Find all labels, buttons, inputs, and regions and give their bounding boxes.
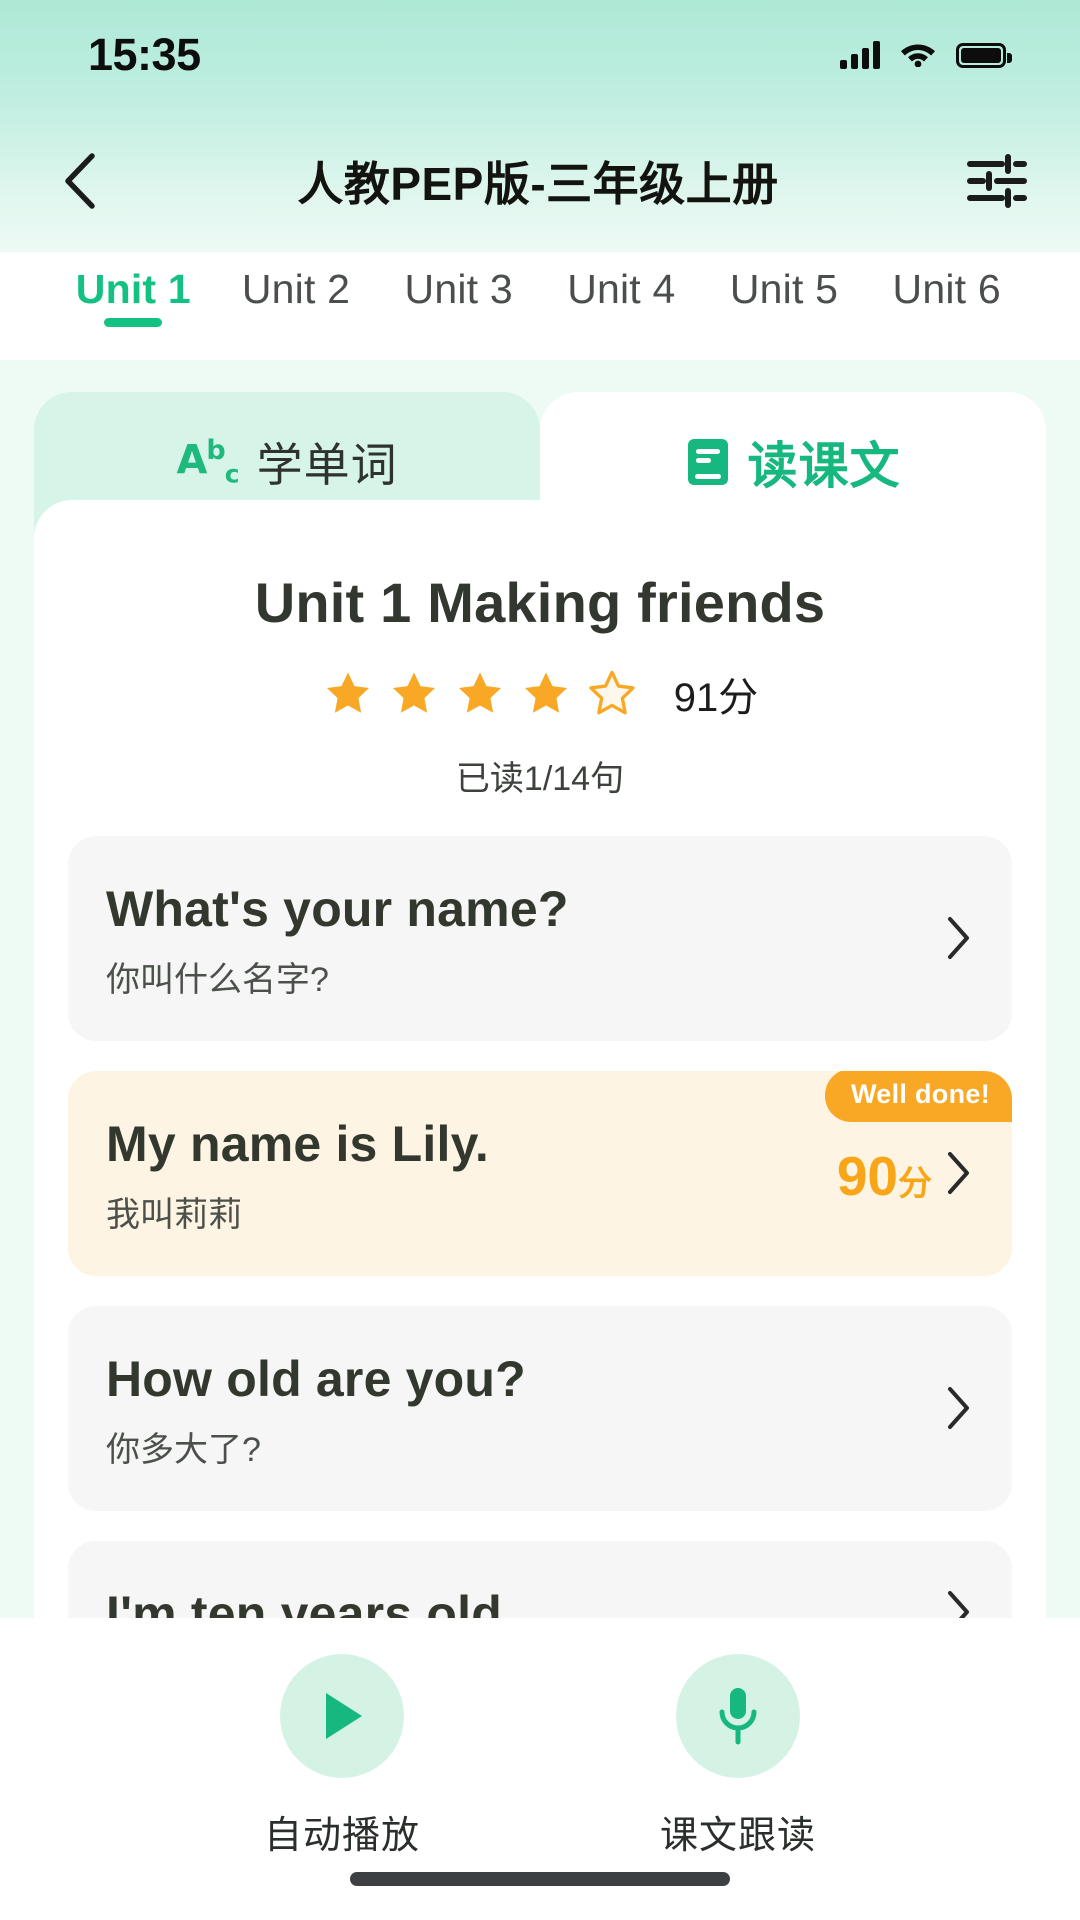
abc-letters-icon: Abc <box>176 435 239 489</box>
tab-unit-4[interactable]: Unit 4 <box>540 252 703 313</box>
sentence-chinese: 你叫什么名字? <box>106 961 329 999</box>
battery-full-icon <box>956 42 1012 68</box>
chevron-right-icon <box>946 1385 972 1436</box>
sentence-card[interactable]: How old are you? 你多大了? <box>68 1306 1012 1511</box>
play-icon-circle <box>279 1654 404 1778</box>
sentence-chinese: 你多大了? <box>106 1431 261 1469</box>
sentence-list: What's your name? 你叫什么名字? Well done! My … <box>34 836 1046 1683</box>
unit-tab-bar: Unit 1 Unit 2 Unit 3 Unit 4 Unit 5 Unit … <box>0 252 1080 360</box>
follow-read-button[interactable]: 课文跟读 <box>660 1654 816 1859</box>
back-button[interactable] <box>40 142 118 220</box>
chevron-right-icon <box>946 915 972 966</box>
tab-unit-2[interactable]: Unit 2 <box>215 252 378 313</box>
tab-unit-3-label: Unit 3 <box>404 266 513 312</box>
status-bar-icons <box>840 39 1012 72</box>
lesson-score: 91分 <box>673 676 759 720</box>
page-title: 人教PEP版-三年级上册 <box>297 158 779 210</box>
sentence-english: My name is Lily. <box>106 1116 489 1172</box>
sentence-chinese: 我叫莉莉 <box>106 1196 242 1234</box>
star-filled-icon <box>458 672 501 713</box>
microphone-icon <box>719 1688 757 1745</box>
play-icon <box>325 1693 362 1739</box>
home-indicator[interactable] <box>350 1872 730 1886</box>
chevron-right-icon <box>946 1150 972 1201</box>
tab-learn-words-label: 学单词 <box>256 439 398 491</box>
tab-read-text-label: 读课文 <box>743 426 901 502</box>
star-filled-icon <box>392 672 435 713</box>
tab-unit-6[interactable]: Unit 6 <box>865 252 1028 313</box>
chevron-left-icon <box>65 153 95 209</box>
cellular-signal-icon <box>840 41 880 69</box>
lesson-title: Unit 1 Making friends <box>254 571 826 634</box>
sliders-settings-icon <box>967 154 1027 208</box>
tab-unit-3[interactable]: Unit 3 <box>377 252 540 313</box>
tab-unit-6-label: Unit 6 <box>892 266 1001 312</box>
wifi-icon <box>899 39 937 72</box>
microphone-icon-circle <box>676 1654 800 1778</box>
navigation-bar: 人教PEP版-三年级上册 <box>0 110 1080 252</box>
auto-play-button[interactable]: 自动播放 <box>264 1654 420 1859</box>
tab-unit-1-label: Unit 1 <box>75 266 191 312</box>
follow-read-label: 课文跟读 <box>660 1815 817 1857</box>
sentence-score: 90分 <box>836 1144 932 1207</box>
sentence-english: How old are you? <box>106 1351 526 1407</box>
lesson-rating-row: 91分 <box>34 665 1046 723</box>
filter-settings-button[interactable] <box>958 142 1036 220</box>
app-header: 15:35 人教PEP版-三年级上册 <box>0 0 1080 252</box>
status-badge: Well done! <box>824 1071 1012 1122</box>
sentence-card[interactable]: What's your name? 你叫什么名字? <box>68 836 1012 1041</box>
status-bar: 15:35 <box>0 0 1080 110</box>
status-bar-clock: 15:35 <box>88 29 201 80</box>
read-progress-text: 已读1/14句 <box>455 760 625 798</box>
book-icon <box>686 437 730 487</box>
tab-unit-1[interactable]: Unit 1 <box>52 252 215 313</box>
tab-unit-5-label: Unit 5 <box>729 266 839 312</box>
sentence-english: What's your name? <box>106 881 569 937</box>
sentence-card[interactable]: Well done! My name is Lily. 我叫莉莉 90分 <box>68 1071 1012 1276</box>
tab-unit-4-label: Unit 4 <box>567 266 676 312</box>
star-outline-icon <box>589 670 635 715</box>
tab-unit-2-label: Unit 2 <box>241 266 351 312</box>
phone-screen: 15:35 人教PEP版-三年级上册 Unit 1 Unit 2 Unit 3 … <box>0 0 1080 1920</box>
star-filled-icon <box>326 672 369 713</box>
bottom-action-bar: 自动播放 课文跟读 <box>0 1618 1080 1920</box>
tab-unit-5[interactable]: Unit 5 <box>703 252 866 313</box>
star-filled-icon <box>524 672 567 713</box>
auto-play-label: 自动播放 <box>263 1815 420 1857</box>
star-rating <box>322 669 638 719</box>
